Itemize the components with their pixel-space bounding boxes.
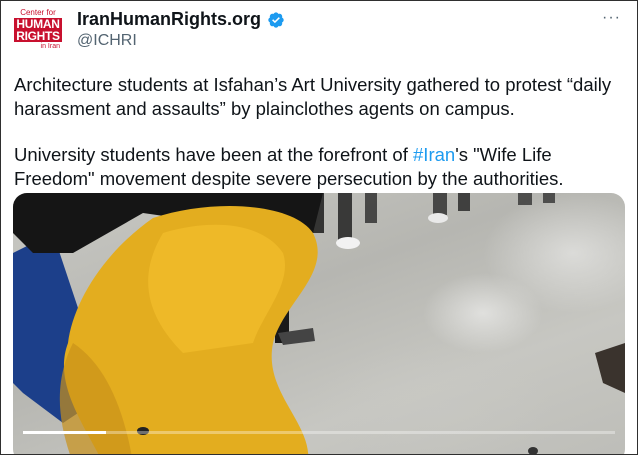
display-name[interactable]: IranHumanRights.org [77, 9, 261, 30]
paragraph-2-start: University students have been at the for… [14, 144, 414, 165]
logo-text-main: HUMAN RIGHTS [14, 16, 62, 43]
video-frame [13, 193, 625, 454]
hashtag-link[interactable]: #Iran [413, 144, 455, 165]
tweet-paragraph-2: University students have been at the for… [14, 143, 624, 191]
logo-text-top: Center for [20, 8, 56, 17]
tweet-paragraph-1: Architecture students at Isfahan’s Art U… [14, 74, 612, 119]
video-progress-fill [23, 431, 106, 434]
handle[interactable]: @ICHRI [77, 32, 137, 50]
tweet-card: Center for HUMAN RIGHTS in Iran IranHuma… [0, 0, 638, 455]
avatar[interactable]: Center for HUMAN RIGHTS in Iran [12, 8, 64, 50]
video-progress-track[interactable] [23, 431, 615, 434]
video-player[interactable] [13, 193, 625, 454]
logo-text-bottom: in Iran [40, 42, 60, 50]
verified-badge-icon [268, 11, 284, 28]
tweet-text: Architecture students at Isfahan’s Art U… [14, 73, 624, 191]
author-row: IranHumanRights.org [77, 9, 285, 30]
more-icon[interactable]: ··· [602, 9, 621, 27]
